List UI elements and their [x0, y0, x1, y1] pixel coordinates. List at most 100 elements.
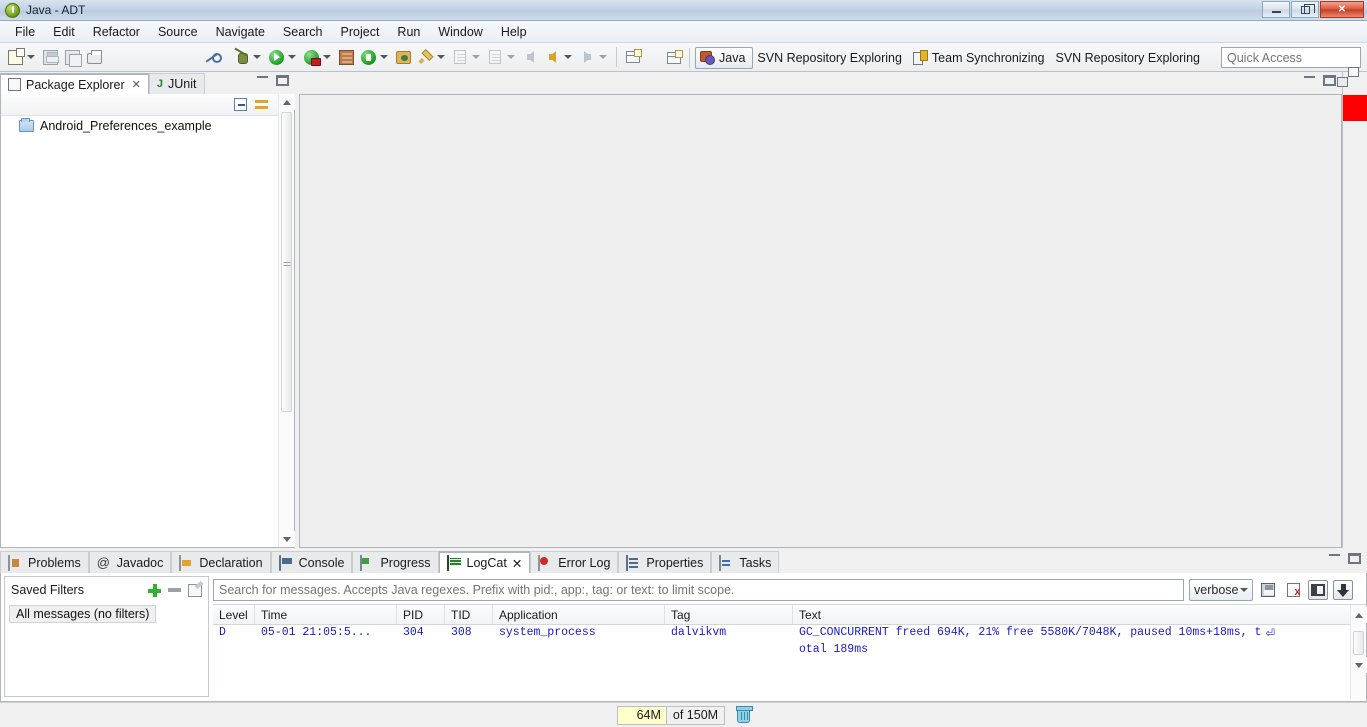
link-editor-icon[interactable]: [255, 98, 270, 111]
menu-window[interactable]: Window: [429, 23, 491, 41]
new-class-button[interactable]: [414, 46, 436, 68]
search-input[interactable]: [213, 579, 1184, 601]
close-icon[interactable]: ✕: [512, 556, 522, 571]
column-header-level[interactable]: Level: [213, 605, 255, 624]
menu-source[interactable]: Source: [149, 23, 207, 41]
minimize-button[interactable]: [1262, 1, 1290, 18]
edit-filter-icon[interactable]: [188, 583, 202, 597]
open-perspective-shortcut-button[interactable]: [664, 49, 684, 67]
android-avd-manager-button[interactable]: [357, 46, 379, 68]
debug-button[interactable]: [230, 46, 252, 68]
clear-log-button[interactable]: [1283, 580, 1303, 600]
previous-annotation-button[interactable]: [541, 46, 563, 68]
scroll-down-button[interactable]: [1351, 657, 1367, 673]
menu-run[interactable]: Run: [388, 23, 429, 41]
column-header-tid[interactable]: TID: [445, 605, 493, 624]
menu-navigate[interactable]: Navigate: [207, 23, 274, 41]
tab-logcat[interactable]: LogCat ✕: [438, 551, 531, 573]
previous-dropdown-arrow[interactable]: [564, 55, 572, 59]
close-button[interactable]: ✕: [1320, 1, 1364, 18]
menu-help[interactable]: Help: [492, 23, 536, 41]
trash-icon[interactable]: [736, 705, 754, 723]
menu-project[interactable]: Project: [332, 23, 389, 41]
column-header-text[interactable]: Text: [793, 605, 1366, 624]
avd-dropdown-arrow[interactable]: [380, 55, 388, 59]
save-button[interactable]: [39, 46, 61, 68]
display-view-button[interactable]: [1308, 580, 1328, 600]
save-log-button[interactable]: [1258, 580, 1278, 600]
tab-properties[interactable]: Properties: [618, 551, 712, 573]
maximize-view-button[interactable]: [276, 75, 289, 86]
column-header-tag[interactable]: Tag: [665, 605, 793, 624]
new-dropdown-arrow[interactable]: [27, 55, 35, 59]
run-dropdown-arrow[interactable]: [288, 55, 296, 59]
minimize-logcat-button[interactable]: [1329, 553, 1340, 556]
perspective-svn-repository-exploring-2[interactable]: SVN Repository Exploring: [1051, 47, 1207, 69]
maximize-logcat-button[interactable]: [1348, 553, 1361, 564]
external-tools-button[interactable]: [300, 46, 322, 68]
tab-console[interactable]: Console: [270, 551, 353, 573]
new-java-package-button[interactable]: [392, 46, 414, 68]
minimize-editor-button[interactable]: [1304, 75, 1315, 78]
tab-problems[interactable]: Problems: [0, 551, 89, 573]
editor-canvas[interactable]: [299, 94, 1342, 548]
tab-junit[interactable]: J JUnit: [148, 73, 205, 94]
debug-dropdown-arrow[interactable]: [253, 55, 261, 59]
close-icon[interactable]: ✕: [132, 78, 141, 91]
quick-access-input[interactable]: [1221, 47, 1361, 68]
forward-dropdown-arrow[interactable]: [599, 55, 607, 59]
scroll-lock-button[interactable]: [1333, 580, 1353, 600]
plus-icon[interactable]: [148, 583, 161, 597]
print-button[interactable]: [83, 46, 105, 68]
logcat-scrollbar[interactable]: [1350, 605, 1367, 699]
package-explorer-scrollbar[interactable]: [278, 94, 295, 547]
tab-progress[interactable]: Progress: [352, 551, 439, 573]
scroll-down-button[interactable]: [279, 531, 295, 547]
column-header-application[interactable]: Application: [493, 605, 665, 624]
menu-refactor[interactable]: Refactor: [84, 23, 149, 41]
column-header-pid[interactable]: PID: [397, 605, 445, 624]
search-button[interactable]: [449, 46, 471, 68]
log-level-select[interactable]: verbose: [1189, 579, 1253, 601]
open-perspective-button[interactable]: [622, 46, 644, 68]
scrollbar-thumb[interactable]: [281, 112, 292, 412]
tree-item-project[interactable]: Android_Preferences_example: [1, 116, 294, 136]
maximize-editor-button[interactable]: [1323, 75, 1336, 86]
menu-file[interactable]: File: [6, 23, 44, 41]
run-button[interactable]: [265, 46, 287, 68]
perspective-svn-repository-exploring-1[interactable]: SVN Repository Exploring: [753, 47, 909, 69]
save-all-button[interactable]: [61, 46, 83, 68]
new-button[interactable]: [4, 46, 26, 68]
perspective-team-synchronizing[interactable]: Team Synchronizing: [909, 47, 1052, 69]
restore-icon[interactable]: [1348, 77, 1363, 90]
back-button[interactable]: [519, 46, 541, 68]
tab-package-explorer[interactable]: Package Explorer ✕: [0, 73, 149, 94]
tab-error-log[interactable]: Error Log: [530, 551, 619, 573]
heap-status[interactable]: 64M of 150M: [616, 705, 726, 725]
new-class-dropdown-arrow[interactable]: [437, 55, 445, 59]
open-type-dropdown-arrow[interactable]: [507, 55, 515, 59]
skip-all-breakpoints-button[interactable]: [200, 46, 222, 68]
android-sdk-manager-button[interactable]: [335, 46, 357, 68]
collapse-all-icon[interactable]: [234, 98, 247, 111]
perspective-java[interactable]: Java: [695, 46, 754, 69]
scroll-up-button[interactable]: [279, 94, 295, 110]
menu-edit[interactable]: Edit: [44, 23, 84, 41]
fast-view-marker[interactable]: [1343, 95, 1367, 121]
search-dropdown-arrow[interactable]: [472, 55, 480, 59]
tab-declaration[interactable]: Declaration: [171, 551, 271, 573]
scrollbar-thumb[interactable]: [1353, 631, 1364, 655]
menu-search[interactable]: Search: [274, 23, 332, 41]
scroll-up-button[interactable]: [1351, 607, 1367, 623]
forward-button[interactable]: [576, 46, 598, 68]
external-tools-dropdown-arrow[interactable]: [323, 55, 331, 59]
table-row[interactable]: D 05-01 21:05:5... 304 308 system_proces…: [213, 625, 1350, 642]
minimize-view-button[interactable]: [257, 75, 268, 78]
open-type-button[interactable]: [484, 46, 506, 68]
tab-javadoc[interactable]: @ Javadoc: [88, 551, 172, 573]
minus-icon[interactable]: [168, 588, 181, 592]
maximize-button[interactable]: [1291, 1, 1319, 18]
column-header-time[interactable]: Time: [255, 605, 397, 624]
list-item[interactable]: All messages (no filters): [9, 605, 157, 623]
tab-tasks[interactable]: Tasks: [711, 551, 780, 573]
